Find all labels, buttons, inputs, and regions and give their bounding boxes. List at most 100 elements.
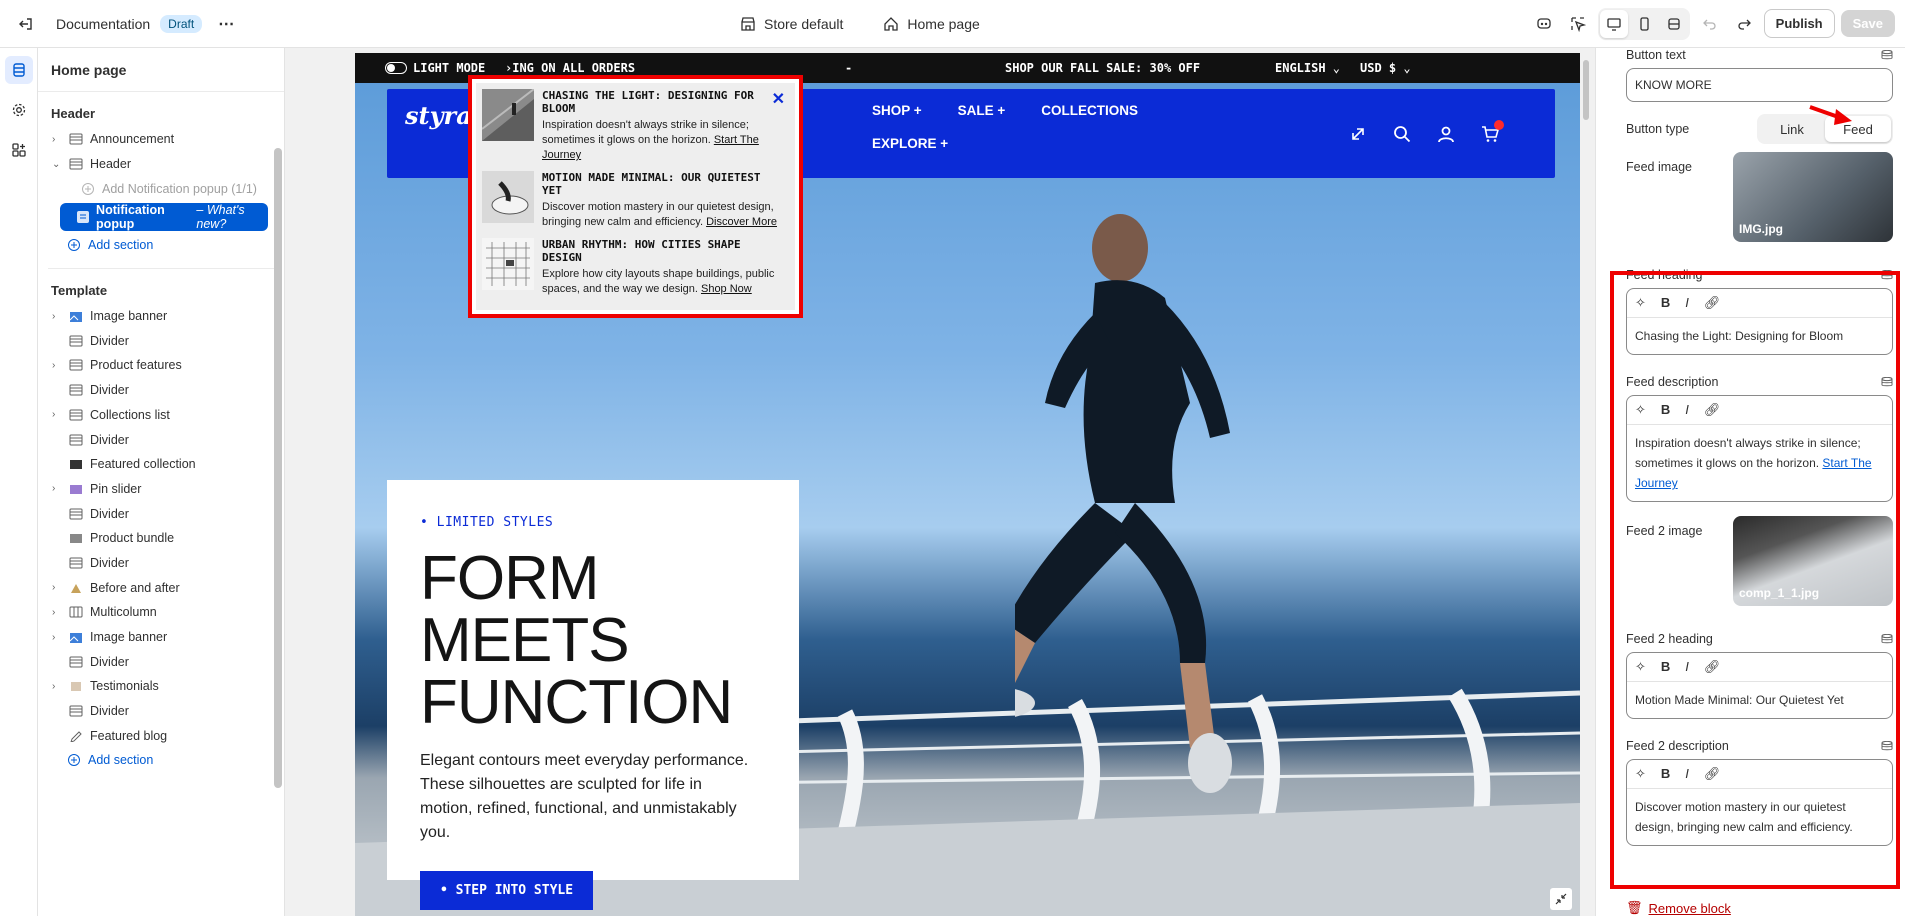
chevron-right-icon[interactable]: ›	[52, 681, 68, 692]
menu-item-explore[interactable]: EXPLORE +	[872, 136, 948, 151]
add-section-button[interactable]: Add section	[38, 748, 284, 773]
more-actions-icon[interactable]: ⋯	[212, 10, 240, 38]
cart-button[interactable]	[1481, 120, 1504, 146]
preview-inspector-icon[interactable]	[1530, 10, 1558, 38]
dynamic-source-icon[interactable]	[1881, 50, 1893, 60]
sidebar-item-header[interactable]: ⌄ Header	[38, 152, 284, 177]
settings-gear-icon[interactable]	[5, 96, 33, 124]
publish-button[interactable]: Publish	[1763, 9, 1835, 38]
exit-icon[interactable]	[12, 10, 40, 38]
close-icon[interactable]: ✕	[772, 89, 785, 109]
chevron-right-icon[interactable]: ›	[52, 409, 68, 420]
collapse-icon[interactable]	[1550, 888, 1572, 910]
sidebar-item-pin-slider[interactable]: › Pin slider	[38, 477, 284, 502]
store-selector[interactable]: Store default	[740, 16, 843, 32]
feed2-heading-input[interactable]: Motion Made Minimal: Our Quietest Yet	[1627, 682, 1892, 718]
link-icon[interactable]: 🔗︎	[1704, 295, 1721, 311]
compare-icon[interactable]	[1349, 125, 1367, 143]
sidebar-item-featured-collection[interactable]: Featured collection	[38, 452, 284, 477]
bold-icon[interactable]: B	[1661, 295, 1670, 311]
desktop-icon[interactable]	[1599, 9, 1628, 38]
chevron-right-icon[interactable]: ›	[52, 582, 68, 593]
fullscreen-icon[interactable]	[1660, 10, 1688, 38]
sidebar-item-featured-blog[interactable]: Featured blog	[38, 723, 284, 748]
sidebar-item-divider[interactable]: Divider	[38, 328, 284, 353]
sidebar-item-notification-popup[interactable]: Notification popup – What's new?	[60, 203, 268, 232]
dynamic-source-icon[interactable]	[1881, 634, 1893, 644]
chevron-right-icon[interactable]: ›	[52, 632, 68, 643]
sidebar-item-product-features[interactable]: › Product features	[38, 353, 284, 378]
feed-heading-input[interactable]: Chasing the Light: Designing for Bloom	[1627, 318, 1892, 354]
redo-icon[interactable]	[1730, 10, 1758, 38]
feed2-description-input[interactable]: Discover motion mastery in our quietest …	[1627, 789, 1892, 845]
ai-sparkle-icon[interactable]: ✧	[1635, 766, 1646, 782]
italic-icon[interactable]: I	[1685, 766, 1689, 782]
select-element-icon[interactable]	[1564, 10, 1592, 38]
hero-cta-button[interactable]: • STEP INTO STYLE	[420, 871, 594, 910]
dynamic-source-icon[interactable]	[1881, 741, 1893, 751]
account-icon[interactable]	[1437, 125, 1455, 143]
sidebar-item-testimonials[interactable]: › Testimonials	[38, 674, 284, 699]
sidebar-item-multicolumn[interactable]: › Multicolumn	[38, 600, 284, 625]
sidebar-item-divider[interactable]: Divider	[38, 551, 284, 576]
language-selector[interactable]: ENGLISH ⌄	[1275, 61, 1360, 75]
search-icon[interactable]	[1393, 125, 1411, 143]
button-text-input[interactable]: KNOW MORE	[1626, 68, 1893, 102]
menu-item-sale[interactable]: SALE +	[958, 103, 1006, 118]
link-icon[interactable]: 🔗︎	[1704, 766, 1721, 782]
sidebar-scrollbar[interactable]	[274, 148, 282, 788]
sidebar-item-collections-list[interactable]: › Collections list	[38, 403, 284, 428]
ai-sparkle-icon[interactable]: ✧	[1635, 659, 1646, 675]
store-logo[interactable]: styra	[405, 101, 472, 130]
remove-block-button[interactable]: 🗑︎ Remove block	[1626, 900, 1731, 916]
italic-icon[interactable]: I	[1685, 295, 1689, 311]
feed-link[interactable]: Shop Now	[701, 283, 752, 295]
sidebar-item-divider[interactable]: Divider	[38, 699, 284, 724]
undo-icon[interactable]	[1696, 10, 1724, 38]
italic-icon[interactable]: I	[1685, 659, 1689, 675]
apps-icon[interactable]	[5, 136, 33, 164]
feed-description-input[interactable]: Inspiration doesn't always strike in sil…	[1627, 425, 1892, 501]
sidebar-item-image-banner[interactable]: › Image banner	[38, 304, 284, 329]
page-selector[interactable]: Home page	[883, 16, 980, 32]
chevron-right-icon[interactable]: ›	[52, 360, 68, 371]
sidebar-item-product-bundle[interactable]: Product bundle	[38, 526, 284, 551]
dynamic-source-icon[interactable]	[1881, 377, 1893, 387]
bold-icon[interactable]: B	[1661, 659, 1670, 675]
mobile-icon[interactable]	[1630, 10, 1658, 38]
sidebar-item-before-and-after[interactable]: › Before and after	[38, 575, 284, 600]
light-mode-toggle[interactable]: LIGHT MODE	[355, 61, 505, 75]
sidebar-item-divider[interactable]: Divider	[38, 378, 284, 403]
italic-icon[interactable]: I	[1685, 402, 1689, 418]
feed-link[interactable]: Discover More	[706, 216, 777, 228]
feed-image-picker[interactable]: IMG.jpg	[1733, 152, 1893, 242]
chevron-right-icon[interactable]: ›	[52, 483, 68, 494]
menu-item-collections[interactable]: COLLECTIONS	[1041, 103, 1138, 118]
dynamic-source-icon[interactable]	[1881, 270, 1893, 280]
add-notification-popup[interactable]: Add Notification popup (1/1)	[38, 176, 284, 201]
chevron-right-icon[interactable]: ›	[52, 311, 68, 322]
sidebar-item-divider[interactable]: Divider	[38, 427, 284, 452]
feed2-image-picker[interactable]: comp_1_1.jpg	[1733, 516, 1893, 606]
chevron-down-icon[interactable]: ⌄	[52, 159, 68, 170]
announcement-sale-text[interactable]: SHOP OUR FALL SALE: 30% OFF	[1005, 61, 1275, 75]
sidebar-item-divider[interactable]: Divider	[38, 649, 284, 674]
save-button[interactable]: Save	[1840, 10, 1895, 37]
chevron-right-icon[interactable]: ›	[52, 607, 68, 618]
scrollbar-thumb[interactable]	[274, 148, 282, 788]
sections-icon[interactable]	[4, 56, 33, 84]
preview-scrollbar[interactable]	[1583, 60, 1589, 120]
ai-sparkle-icon[interactable]: ✧	[1635, 402, 1646, 418]
ai-sparkle-icon[interactable]: ✧	[1635, 295, 1646, 311]
link-icon[interactable]: 🔗︎	[1704, 659, 1721, 675]
chevron-right-icon[interactable]: ›	[52, 134, 68, 145]
menu-item-shop[interactable]: SHOP +	[872, 103, 922, 118]
bold-icon[interactable]: B	[1661, 766, 1670, 782]
sidebar-item-image-banner[interactable]: › Image banner	[38, 625, 284, 650]
add-section-button[interactable]: Add section	[38, 233, 284, 258]
sidebar-item-announcement[interactable]: › Announcement	[38, 127, 284, 152]
sidebar-item-divider[interactable]: Divider	[38, 501, 284, 526]
currency-selector[interactable]: USD $ ⌄	[1360, 61, 1411, 75]
bold-icon[interactable]: B	[1661, 402, 1670, 418]
link-icon[interactable]: 🔗︎	[1704, 402, 1721, 418]
